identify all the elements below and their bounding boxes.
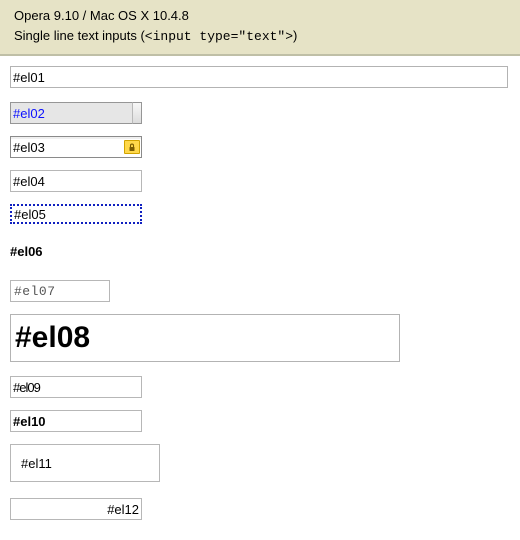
text-input-el02-wrap (10, 102, 142, 124)
page-header: Opera 9.10 / Mac OS X 10.4.8 Single line… (0, 0, 520, 56)
text-input-el01[interactable] (10, 66, 508, 88)
dropdown-cap-icon (132, 102, 142, 124)
text-input-el10[interactable] (10, 410, 142, 432)
subtitle-suffix: ) (293, 28, 297, 43)
page-subtitle: Single line text inputs (<input type="te… (14, 26, 510, 47)
text-input-el02[interactable] (10, 102, 132, 124)
lock-icon (124, 140, 140, 154)
text-input-el04[interactable] (10, 170, 142, 192)
subtitle-code: <input type="text"> (145, 29, 293, 44)
subtitle-prefix: Single line text inputs ( (14, 28, 145, 43)
inputs-stage (0, 56, 520, 540)
page-title: Opera 9.10 / Mac OS X 10.4.8 (14, 6, 510, 26)
text-input-el07[interactable] (10, 280, 110, 302)
text-input-el05[interactable] (10, 204, 142, 224)
text-input-el08[interactable] (10, 314, 400, 362)
text-input-el03-wrap (10, 136, 142, 158)
text-input-el09[interactable] (10, 376, 142, 398)
text-input-el11[interactable] (10, 444, 160, 482)
text-input-el06[interactable] (10, 242, 142, 260)
text-input-el12[interactable] (10, 498, 142, 520)
text-input-el03[interactable] (10, 136, 142, 158)
